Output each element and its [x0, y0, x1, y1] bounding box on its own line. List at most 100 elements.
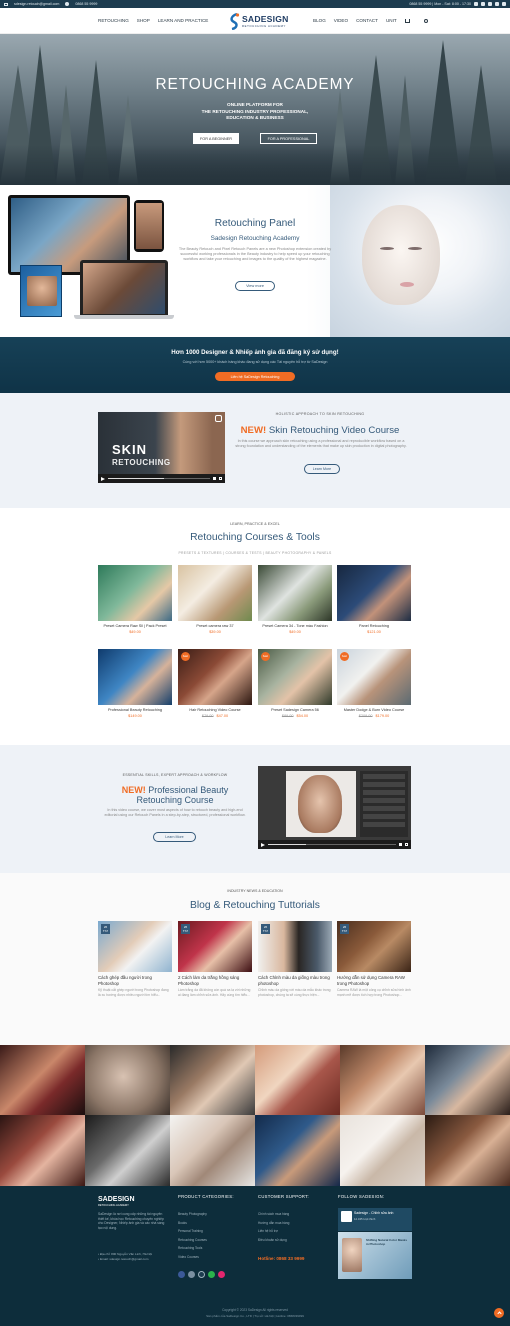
blog-post[interactable]: 26 Th7 Hướng dẫn sử dụng Camera RAW trong…	[337, 921, 411, 997]
product-image[interactable]	[98, 565, 172, 621]
nav-shop[interactable]: SHOP	[137, 18, 150, 23]
nav-unit[interactable]: UNIT	[386, 18, 397, 23]
instagram-icon[interactable]	[481, 2, 485, 6]
support-link[interactable]: Hướng dẫn mua hàng	[258, 1219, 289, 1228]
play-icon[interactable]	[101, 476, 105, 481]
nav-retouching[interactable]: RETOUCHING	[98, 18, 129, 23]
skin-video-player[interactable]: SKIN RETOUCHING	[98, 412, 225, 483]
courses-tabs[interactable]: PRESETS & TEXTURES | COURSES & TESTS | B…	[0, 551, 510, 555]
contact-sadesign-button[interactable]: Liên hệ SaDesign Retouching	[215, 372, 295, 381]
support-link[interactable]: Chính sách mua hàng	[258, 1210, 289, 1219]
product-title[interactable]: Preset Camera 34 - Tone màu Fashion	[258, 624, 332, 629]
gallery-image[interactable]	[255, 1045, 340, 1115]
product-image[interactable]	[178, 565, 252, 621]
video-progress[interactable]	[108, 477, 210, 480]
category-link[interactable]: Retouching Tools	[178, 1244, 207, 1253]
blog-post[interactable]: 26 Th7 2 Cách làm da trắng hồng sáng Phot…	[178, 921, 252, 997]
gallery-image[interactable]	[85, 1045, 170, 1115]
product-title[interactable]: Preset camera raw 37	[178, 624, 252, 629]
facebook-icon[interactable]	[178, 1271, 185, 1278]
top-email[interactable]: sdesign.retouch@gmail.com	[14, 2, 59, 6]
facebook-icon[interactable]	[474, 2, 478, 6]
product-title[interactable]: Professional Beauty Retouching	[98, 708, 172, 713]
footer-logo[interactable]: SADESIGN	[98, 1196, 135, 1203]
dribbble-icon[interactable]	[218, 1271, 225, 1278]
product-image[interactable]: Sale!	[258, 649, 332, 705]
hotline[interactable]: Hotline: 0868 33 9999	[258, 1256, 304, 1261]
post-title[interactable]: Cách ghép đầu người trong Photoshop	[98, 975, 172, 986]
product-image[interactable]	[98, 649, 172, 705]
category-link[interactable]: Video Courses	[178, 1253, 207, 1262]
category-link[interactable]: Personal Training	[178, 1227, 207, 1236]
skin-learn-more-button[interactable]: Learn More	[304, 464, 340, 474]
view-more-button[interactable]: View more	[235, 281, 275, 291]
nav-video[interactable]: VIDEO	[334, 18, 348, 23]
fullscreen-icon[interactable]	[219, 477, 222, 480]
category-link[interactable]: Retouching Courses	[178, 1236, 207, 1245]
fullscreen-icon[interactable]	[405, 843, 408, 846]
post-image[interactable]: 26 Th7	[98, 921, 172, 972]
gallery-image[interactable]	[425, 1115, 510, 1186]
search-icon[interactable]	[423, 18, 428, 23]
product-card[interactable]: Preset camera raw 37 $39.00	[178, 565, 252, 634]
gallery-image[interactable]	[340, 1045, 425, 1115]
gallery-image[interactable]	[340, 1115, 425, 1186]
instagram-icon[interactable]	[188, 1271, 195, 1278]
phone-icon[interactable]	[208, 1271, 215, 1278]
category-link[interactable]: Beauty Photography	[178, 1210, 207, 1219]
facebook-page-widget[interactable]: Sadesign - Chỉnh sửa ảnh 12.345 lượt thí…	[338, 1208, 412, 1231]
facebook-post-image[interactable]: Shifting Natural Color Masks in Photosho…	[338, 1232, 412, 1279]
post-image[interactable]: 26 Th7	[258, 921, 332, 972]
cart-icon[interactable]	[404, 18, 410, 23]
video-progress[interactable]	[268, 843, 396, 846]
post-title[interactable]: Cách Chỉnh màu da giống màu trong photos…	[258, 975, 332, 986]
settings-icon[interactable]	[215, 415, 222, 422]
gallery-image[interactable]	[0, 1045, 85, 1115]
gallery-image[interactable]	[0, 1115, 85, 1186]
gallery-image[interactable]	[425, 1045, 510, 1115]
support-link[interactable]: Liên hệ hỗ trợ	[258, 1227, 289, 1236]
product-image[interactable]: Sale!	[337, 649, 411, 705]
post-title[interactable]: 2 Cách làm da trắng hồng sáng Photoshop	[178, 975, 252, 986]
product-card[interactable]: Preset Camera 34 - Tone màu Fashion $49.…	[258, 565, 332, 634]
product-card[interactable]: Panel Retouching $121.00	[337, 565, 411, 634]
fb-page-name[interactable]: Sadesign - Chỉnh sửa ảnh	[354, 1211, 393, 1215]
pinterest-icon[interactable]	[502, 2, 506, 6]
blog-post[interactable]: 26 Th7 Cách Chỉnh màu da giống màu trong …	[258, 921, 332, 997]
product-image[interactable]	[337, 565, 411, 621]
post-title[interactable]: Hướng dẫn sử dụng Camera RAW trong Photo…	[337, 975, 411, 986]
professional-button[interactable]: FOR A PROFESSIONAL	[260, 133, 317, 144]
product-title[interactable]: Hair Retouching Video Course	[178, 708, 252, 713]
site-logo[interactable]: SADESIGN RETOUCHING ACADEMY	[229, 12, 288, 31]
product-image[interactable]	[258, 565, 332, 621]
product-title[interactable]: Preset Sadesign Camera 56	[258, 708, 332, 713]
blog-post[interactable]: 26 Th7 Cách ghép đầu người trong Photosho…	[98, 921, 172, 997]
nav-learn[interactable]: LEARN AND PRACTICE	[158, 18, 209, 23]
twitter-icon[interactable]	[488, 2, 492, 6]
product-title[interactable]: Preset Camera Raw Sll | Pack Preset	[98, 624, 172, 629]
product-title[interactable]: Panel Retouching	[337, 624, 411, 629]
gallery-image[interactable]	[170, 1045, 255, 1115]
back-to-top-button[interactable]	[494, 1308, 504, 1318]
top-phone[interactable]: 0868 55 9999	[75, 2, 97, 6]
nav-contact[interactable]: CONTACT	[356, 18, 378, 23]
pro-video-player[interactable]	[258, 766, 411, 849]
play-icon[interactable]	[261, 842, 265, 847]
product-image[interactable]: Sale!	[178, 649, 252, 705]
nav-blog[interactable]: BLOG	[313, 18, 326, 23]
support-link[interactable]: Điều khoản sử dụng	[258, 1236, 289, 1245]
product-card[interactable]: Professional Beauty Retouching $149.00	[98, 649, 172, 718]
volume-icon[interactable]	[213, 477, 216, 480]
category-link[interactable]: Books	[178, 1219, 207, 1228]
post-image[interactable]: 26 Th7	[337, 921, 411, 972]
gallery-image[interactable]	[255, 1115, 340, 1186]
product-card[interactable]: Sale! Preset Sadesign Camera 56 $89.00 $5…	[258, 649, 332, 718]
youtube-icon[interactable]	[495, 2, 499, 6]
beginner-button[interactable]: FOR A BEGINNER	[193, 133, 239, 144]
product-card[interactable]: Preset Camera Raw Sll | Pack Preset $49.…	[98, 565, 172, 634]
product-card[interactable]: Sale! Master Dodge & Burn Video Course $…	[337, 649, 411, 718]
pro-learn-more-button[interactable]: Learn More	[153, 832, 196, 842]
email-icon[interactable]	[198, 1271, 205, 1278]
gallery-image[interactable]	[85, 1115, 170, 1186]
post-image[interactable]: 26 Th7	[178, 921, 252, 972]
